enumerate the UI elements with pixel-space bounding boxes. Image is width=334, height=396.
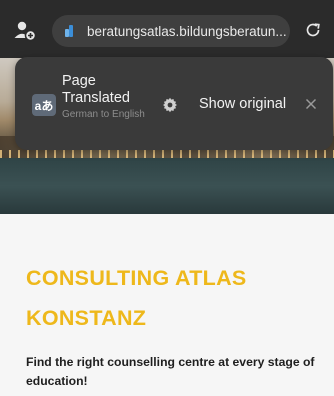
page-subtitle: Find the right counselling centre at eve… [26,355,315,388]
translate-icon: aあ [32,94,56,116]
incognito-tab-switcher-icon [14,21,37,42]
popup-subtitle: German to English [62,109,145,120]
browser-toolbar: beratungsatlas.bildungsberatun... [0,0,334,58]
gear-icon [163,97,177,113]
popup-title: Page Translated [62,73,130,106]
close-icon [305,98,317,110]
reload-icon [306,23,320,37]
close-popup-button[interactable] [302,95,320,113]
address-bar[interactable]: beratungsatlas.bildungsberatun... [52,15,290,47]
tab-switcher-button[interactable] [12,19,38,43]
site-favicon [64,24,78,38]
translate-popup: aあ Page Translated German to English Sho… [15,57,333,150]
reload-button[interactable] [302,19,324,41]
url-text: beratungsatlas.bildungsberatun... [87,23,287,39]
page-title: CONSULTING ATLAS KONSTANZ [26,266,247,330]
show-original-button[interactable]: Show original [199,96,286,113]
translate-settings-button[interactable] [160,95,180,115]
